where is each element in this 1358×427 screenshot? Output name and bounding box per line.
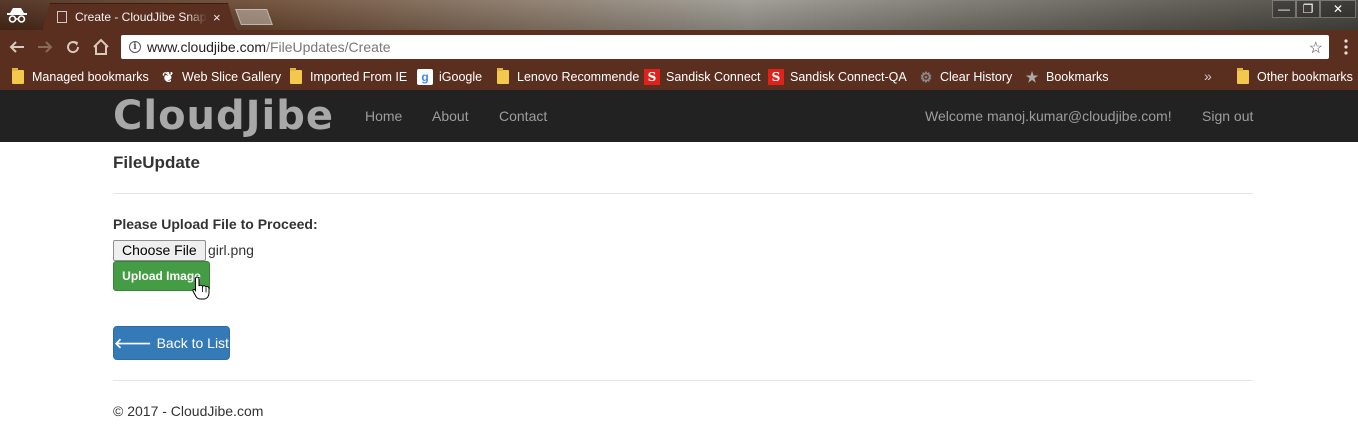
selected-file-name: girl.png — [208, 242, 254, 258]
site-navbar: CloudJibe Home About Contact Welcome man… — [0, 90, 1358, 142]
bookmark-label: Web Slice Gallery — [182, 70, 282, 84]
upload-label: Please Upload File to Proceed: — [113, 216, 318, 232]
arrow-left-icon: 🡐 — [114, 334, 152, 351]
sign-out-link[interactable]: Sign out — [1202, 108, 1253, 124]
browser-tab-active[interactable]: Create - CloudJibe Snapl × — [42, 3, 236, 30]
bookmarks-bar: Managed bookmarks ❦ Web Slice Gallery Im… — [0, 64, 1358, 90]
new-tab-button[interactable] — [235, 9, 273, 25]
close-window-button[interactable]: ✕ — [1320, 0, 1356, 18]
sandisk-icon: S — [768, 69, 784, 85]
footer-divider — [113, 380, 1253, 381]
welcome-link[interactable]: Welcome manoj.kumar@cloudjibe.com! — [925, 108, 1172, 124]
page-icon — [57, 11, 67, 23]
more-bookmarks-chevron-icon[interactable]: » — [1204, 68, 1212, 84]
back-to-list-button[interactable]: 🡐 Back to List — [113, 326, 230, 360]
bookmark-label: Managed bookmarks — [32, 70, 149, 84]
bookmark-label: Clear History — [940, 70, 1013, 84]
restore-button[interactable]: ❐ — [1296, 0, 1320, 18]
nav-home[interactable]: Home — [365, 108, 402, 124]
bookmark-label: iGoogle — [439, 70, 483, 84]
nav-about[interactable]: About — [432, 108, 469, 124]
bookmark-label: Sandisk Connect — [666, 70, 761, 84]
hand-cursor-icon — [192, 276, 210, 300]
bookmark-igoogle[interactable]: g iGoogle — [417, 68, 482, 86]
browser-titlebar: Create - CloudJibe Snapl × — ❐ ✕ — [0, 0, 1358, 30]
tab-close-icon[interactable]: × — [213, 10, 221, 25]
reload-icon[interactable] — [64, 38, 82, 56]
page-title: FileUpdate — [113, 153, 200, 172]
url-host: www.cloudjibe.com — [147, 39, 267, 55]
other-bookmarks[interactable]: Other bookmarks — [1237, 68, 1353, 86]
folder-icon — [1237, 68, 1249, 84]
forward-arrow-icon[interactable] — [36, 38, 54, 56]
folder-icon — [290, 68, 302, 84]
url-path: /FileUpdates/Create — [266, 39, 391, 55]
menu-icon[interactable] — [1344, 37, 1348, 57]
tab-title: Create - CloudJibe Snapl — [75, 10, 207, 24]
google-icon: g — [417, 69, 433, 85]
bookmark-bookmarks[interactable]: ★ Bookmarks — [1024, 68, 1109, 86]
footer-copyright: © 2017 - CloudJibe.com — [113, 403, 264, 419]
back-arrow-icon[interactable] — [8, 38, 26, 56]
incognito-icon — [7, 8, 27, 23]
nav-contact[interactable]: Contact — [499, 108, 547, 124]
bookmark-label: Imported From IE — [310, 70, 408, 84]
star-icon: ★ — [1025, 68, 1039, 85]
bookmark-clear-history[interactable]: ⚙ Clear History — [918, 68, 1013, 86]
sandisk-icon: S — [644, 69, 660, 85]
info-icon[interactable]: i — [129, 41, 141, 53]
bookmark-lenovo[interactable]: Lenovo Recommende — [497, 68, 639, 86]
minimize-button[interactable]: — — [1272, 0, 1296, 18]
folder-icon — [12, 68, 24, 84]
brand-logo[interactable]: CloudJibe — [113, 92, 334, 140]
bookmark-label: Other bookmarks — [1257, 70, 1353, 84]
bookmark-sandisk-connect-qa[interactable]: S Sandisk Connect-QA — [768, 68, 907, 86]
bookmark-sandisk-connect[interactable]: S Sandisk Connect — [644, 68, 761, 86]
bookmark-label: Lenovo Recommende — [517, 70, 640, 84]
choose-file-button[interactable]: Choose File — [113, 240, 206, 261]
bookmark-star-icon[interactable]: ☆ — [1309, 38, 1323, 58]
web-slice-icon: ❦ — [162, 68, 174, 85]
address-bar[interactable]: i www.cloudjibe.com /FileUpdates/Create … — [121, 35, 1329, 59]
bookmark-label: Sandisk Connect-QA — [790, 70, 907, 84]
bookmark-web-slice[interactable]: ❦ Web Slice Gallery — [160, 68, 281, 86]
bookmark-imported-ie[interactable]: Imported From IE — [290, 68, 407, 86]
bookmark-label: Bookmarks — [1046, 70, 1109, 84]
browser-toolbar: i www.cloudjibe.com /FileUpdates/Create … — [0, 30, 1358, 64]
gear-icon: ⚙ — [919, 68, 933, 85]
bookmark-managed[interactable]: Managed bookmarks — [12, 68, 149, 86]
folder-icon — [497, 68, 509, 84]
divider — [113, 193, 1253, 194]
home-icon[interactable] — [92, 38, 110, 56]
back-to-list-label: Back to List — [156, 335, 229, 351]
